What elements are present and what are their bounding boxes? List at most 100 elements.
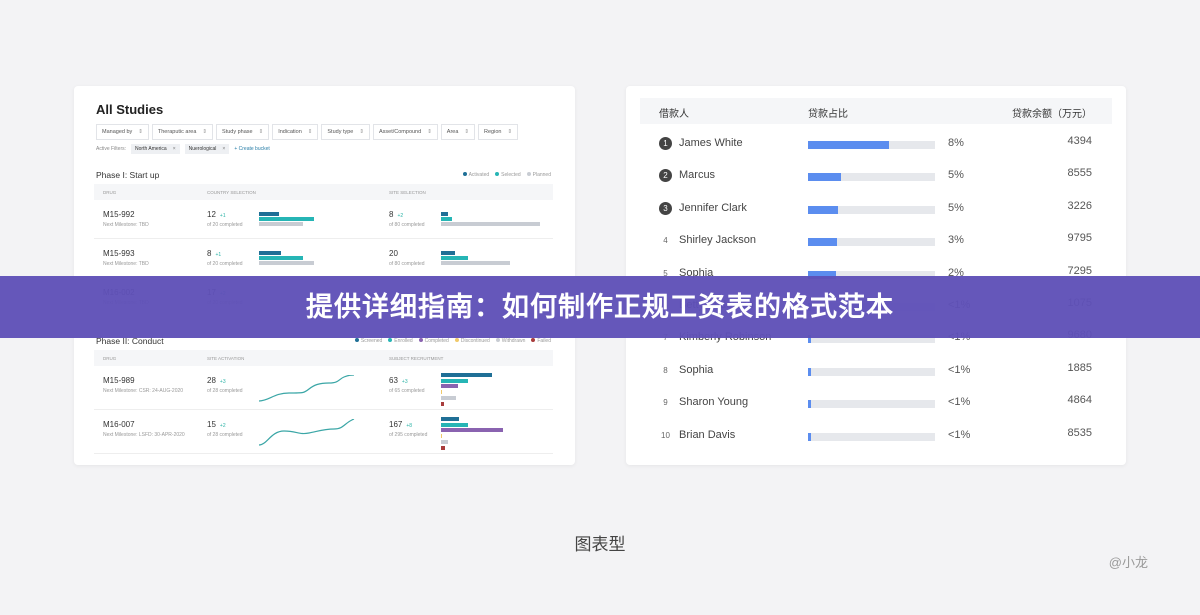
filter-dropdown[interactable]: Theraputic area ⇕ (151, 124, 214, 140)
share-bar (808, 141, 935, 149)
list-item[interactable]: 1 James White 8% 4394 (640, 128, 1112, 160)
sparkline (259, 419, 355, 446)
sparkline-path (259, 419, 355, 446)
phase1-title: Phase I: Start up (96, 170, 160, 180)
bar (441, 217, 452, 221)
rank-badge: 9 (663, 398, 668, 408)
share-bar-fill (808, 238, 838, 247)
borrower-name: Sophia (679, 363, 714, 376)
create-bucket-link[interactable]: + Create bucket (234, 146, 269, 152)
rank-badge: 8 (663, 365, 668, 375)
list-item[interactable]: 8 Sophia <1% 1885 (640, 355, 1112, 387)
bar (259, 261, 314, 265)
bar (441, 256, 468, 260)
table-row[interactable]: M15-992 Next Milestone: TBD 12 +1 of 20 com… (94, 200, 553, 239)
filter-dropdown[interactable]: Asset/Compound ⇕ (372, 124, 438, 140)
active-filters-label: Active Filters: (96, 146, 127, 152)
bar (441, 439, 448, 444)
share-bar-fill (808, 367, 811, 376)
filter-dropdown[interactable]: Indication ⇕ (272, 124, 319, 140)
filter-dropdown[interactable]: Study phase ⇕ (216, 124, 270, 140)
bar (441, 445, 445, 450)
legend-item: Activated (462, 172, 489, 178)
table-row[interactable]: M15-989 Next Milestone: CSR: 24-AUG-2020 … (94, 366, 553, 410)
bar (441, 212, 448, 216)
share-bar (808, 205, 935, 214)
bar (259, 217, 314, 221)
borrower-name: Brian Davis (679, 428, 736, 441)
list-item[interactable]: 10 Brian Davis <1% 8535 (640, 420, 1112, 452)
list-item[interactable]: 4 Shirley Jackson 3% 9795 (640, 225, 1112, 257)
share-percent: 5% (948, 169, 964, 182)
phase1-legend: Activated Selected Planned (462, 172, 551, 178)
title-banner: 提供详细指南：如何制作正规工资表的格式范本 (0, 276, 1200, 338)
share-bar (808, 238, 935, 247)
list-item[interactable]: 9 Sharon Young <1% 4864 (640, 387, 1112, 419)
caption: 图表型 (574, 535, 626, 554)
bar (441, 373, 492, 377)
bar (259, 212, 279, 216)
bar (441, 422, 468, 427)
close-icon[interactable]: × (222, 146, 225, 152)
legend-item: Failed (531, 338, 551, 344)
filter-dropdown[interactable]: Study type ⇕ (321, 124, 370, 140)
filter-chip[interactable]: North America × (131, 144, 180, 154)
loan-balance: 7295 (1067, 264, 1092, 277)
close-icon[interactable]: × (173, 146, 176, 152)
legend-item: Selected (495, 172, 521, 178)
bar (259, 251, 281, 255)
bar (441, 390, 442, 395)
sort-arrows-icon: ⇕ (307, 129, 313, 135)
bar (441, 384, 458, 389)
share-bar-fill (808, 400, 811, 409)
borrower-name: Jennifer Clark (679, 201, 747, 214)
share-bar (808, 367, 935, 376)
table-row[interactable]: M15-993 Next Milestone: TBD 8 +1 of 20 comp… (94, 239, 553, 278)
page-title: All Studies (96, 102, 164, 117)
filter-dropdown[interactable]: Managed by ⇕ (96, 124, 149, 140)
table-row[interactable]: M16-007 Next Milestone: LSFD: 30-APR-2020… (94, 410, 553, 454)
share-bar-fill (808, 205, 839, 214)
loan-balance: 4394 (1067, 135, 1092, 147)
rank-badge: 10 (661, 430, 670, 440)
sort-arrows-icon: ⇕ (464, 129, 470, 135)
loan-balance: 8535 (1067, 426, 1092, 439)
loan-balance: 4864 (1067, 394, 1092, 407)
filter-bar: Managed by ⇕ Theraputic area ⇕ Study phase ⇕ I… (96, 124, 519, 140)
filter-dropdown[interactable]: Area ⇕ (440, 124, 476, 140)
sort-arrows-icon: ⇕ (138, 129, 143, 135)
bar (441, 401, 444, 406)
watermark: @小龙 (1108, 555, 1148, 570)
sort-arrows-icon: ⇕ (202, 129, 208, 135)
rank-badge: 2 (659, 169, 672, 183)
bar (441, 428, 503, 433)
list-item[interactable]: 3 Jennifer Clark 5% 3226 (640, 193, 1112, 225)
rank-badge: 4 (663, 236, 668, 246)
borrower-name: Sharon Young (679, 396, 749, 409)
share-bar (808, 400, 935, 409)
borrower-name: Shirley Jackson (679, 234, 757, 247)
bar (441, 434, 442, 439)
legend-item: Planned (526, 172, 551, 178)
phase2-table-header: DRUG SITE ACTIVATION SUBJECT RECRUITMENT (94, 350, 553, 366)
bar (441, 251, 455, 255)
loan-balance: 3226 (1067, 199, 1092, 212)
bar (441, 261, 510, 265)
list-item[interactable]: 2 Marcus 5% 8555 (640, 160, 1112, 192)
filter-chip[interactable]: Nuerological × (184, 144, 230, 154)
rank-badge: 3 (659, 201, 672, 215)
loan-balance: 9795 (1067, 232, 1092, 245)
bar (259, 222, 303, 226)
legend-item: Screened (354, 338, 382, 344)
filter-dropdown[interactable]: Region ⇕ (478, 124, 519, 140)
share-bar-fill (808, 141, 890, 149)
sort-arrows-icon: ⇕ (258, 129, 264, 135)
share-bar-fill (808, 432, 811, 441)
share-bar (808, 432, 935, 441)
sparkline (259, 375, 355, 402)
loan-balance: 8555 (1067, 167, 1092, 180)
phase2-legend: Screened Enrolled Completed Discontinued Wit… (354, 338, 551, 344)
legend-item: Enrolled (388, 338, 413, 344)
rank-badge: 1 (659, 137, 672, 150)
share-percent: <1% (948, 363, 971, 376)
